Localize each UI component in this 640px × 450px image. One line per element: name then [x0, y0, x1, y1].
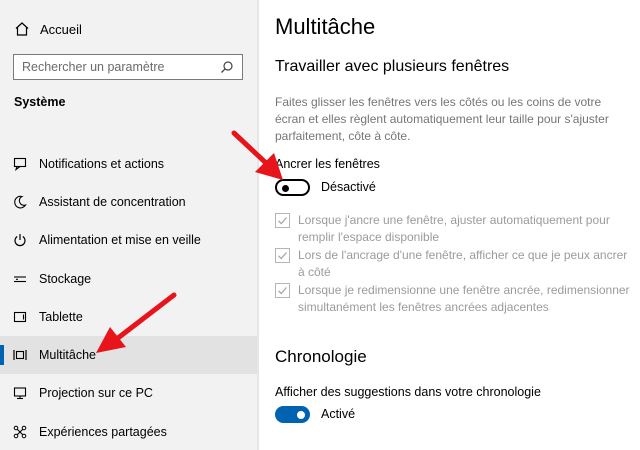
moon-icon — [12, 194, 28, 210]
sidebar-item-notifications[interactable]: Notifications et actions — [0, 145, 257, 183]
sidebar-item-label: Notifications et actions — [39, 157, 165, 171]
checkbox-label: Lorsque je redimensionne une fenêtre anc… — [298, 283, 630, 314]
projection-icon — [12, 385, 28, 401]
sidebar-item-label: Stockage — [39, 272, 92, 286]
sidebar-item-focus-assist[interactable]: Assistant de concentration — [0, 183, 257, 221]
checkbox[interactable] — [275, 248, 290, 263]
checkbox-label: Lors de l'ancrage d'une fenêtre, affiche… — [298, 248, 628, 279]
checkbox[interactable] — [275, 213, 290, 228]
sidebar-item-power[interactable]: Alimentation et mise en veille — [0, 221, 257, 259]
pane-divider — [257, 0, 259, 450]
checkbox[interactable] — [275, 283, 290, 298]
page-title: Multitâche — [275, 14, 376, 39]
section-heading-timeline: Chronologie — [275, 347, 367, 366]
timeline-suggestions-label: Afficher des suggestions dans votre chro… — [275, 385, 541, 399]
sidebar-item-label: Tablette — [39, 310, 83, 324]
section-heading-windows: Travailler avec plusieurs fenêtres — [275, 58, 510, 75]
snap-description: Faites glisser les fenêtres vers les côt… — [275, 95, 609, 143]
storage-icon — [12, 271, 28, 287]
snap-windows-toggle[interactable] — [275, 179, 310, 196]
sidebar-item-label: Projection sur ce PC — [39, 386, 153, 400]
checkmark-icon — [278, 252, 287, 260]
snap-windows-state: Désactivé — [321, 180, 376, 194]
snap-option-show-assist[interactable]: Lors de l'ancrage d'une fenêtre, affiche… — [275, 247, 635, 281]
power-icon — [12, 232, 28, 248]
toggle-knob — [297, 410, 305, 419]
timeline-suggestions-toggle[interactable] — [275, 406, 310, 423]
shared-experiences-icon — [12, 424, 28, 440]
checkmark-icon — [278, 217, 287, 225]
sidebar-item-multitasking[interactable]: Multitâche — [0, 336, 257, 374]
home-icon — [15, 22, 29, 36]
checkmark-icon — [278, 287, 287, 295]
sidebar-item-storage[interactable]: Stockage — [0, 260, 257, 298]
timeline-suggestions-state: Activé — [321, 407, 356, 421]
sidebar-item-tablet[interactable]: Tablette — [0, 298, 257, 336]
search-placeholder: Rechercher un paramètre — [22, 60, 165, 74]
search-input[interactable]: Rechercher un paramètre — [13, 54, 243, 80]
search-icon[interactable] — [220, 60, 234, 74]
section-title: Système — [14, 95, 66, 109]
notifications-icon — [12, 156, 28, 172]
sidebar-item-label: Assistant de concentration — [39, 195, 186, 209]
sidebar-item-label: Alimentation et mise en veille — [39, 233, 201, 247]
sidebar-item-label: Expériences partagées — [39, 425, 167, 439]
snap-option-resize-adjacent[interactable]: Lorsque je redimensionne une fenêtre anc… — [275, 282, 635, 316]
sidebar: Accueil Rechercher un paramètre Système … — [0, 0, 257, 450]
tablet-icon — [12, 309, 28, 325]
checkbox-label: Lorsque j'ancre une fenêtre, ajuster aut… — [298, 213, 610, 244]
home-link[interactable]: Accueil — [14, 18, 82, 40]
home-label: Accueil — [40, 21, 82, 37]
sidebar-item-label: Multitâche — [39, 348, 96, 362]
toggle-knob — [282, 184, 289, 192]
sidebar-item-shared-experiences[interactable]: Expériences partagées — [0, 413, 257, 450]
snap-option-fill-space[interactable]: Lorsque j'ancre une fenêtre, ajuster aut… — [275, 212, 635, 246]
snap-windows-label: Ancrer les fenêtres — [275, 157, 380, 171]
multitasking-icon — [12, 347, 28, 363]
sidebar-item-projection[interactable]: Projection sur ce PC — [0, 374, 257, 412]
